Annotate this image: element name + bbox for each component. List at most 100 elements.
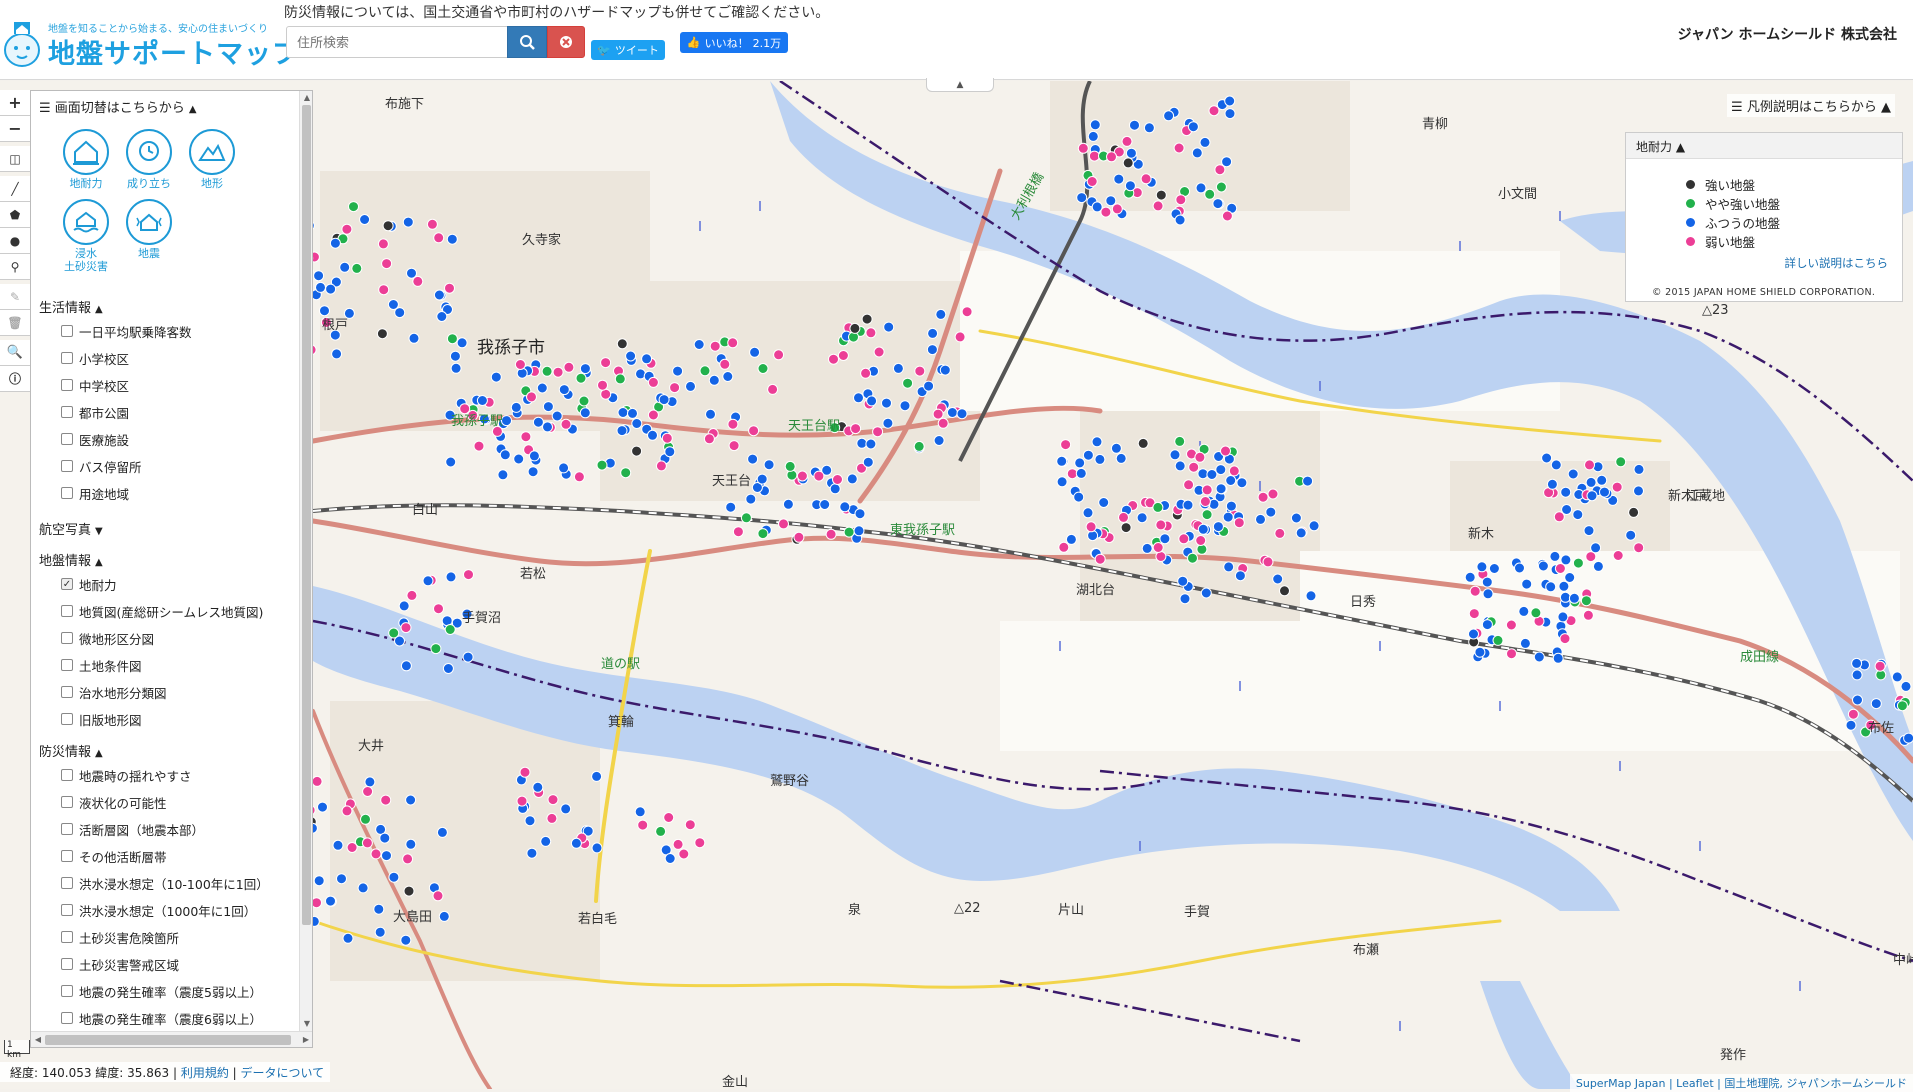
layer-checkbox-row[interactable]: ✓ 地耐力 xyxy=(61,574,117,594)
ground-marker[interactable] xyxy=(1088,150,1100,162)
ground-marker[interactable] xyxy=(546,812,558,824)
ground-marker[interactable] xyxy=(446,233,458,245)
ground-marker[interactable] xyxy=(1174,214,1186,226)
map-search-button[interactable]: 🔍 xyxy=(0,340,30,366)
ground-marker[interactable] xyxy=(1155,189,1167,201)
scroll-up-icon[interactable]: ▲ xyxy=(300,91,312,105)
ground-marker[interactable] xyxy=(865,438,877,450)
checkbox[interactable] xyxy=(61,460,73,472)
ground-marker[interactable] xyxy=(865,327,877,339)
ground-marker[interactable] xyxy=(927,327,939,339)
layer-checkbox-row[interactable]: 地質図(産総研シームレス地質図) xyxy=(61,601,263,621)
checkbox[interactable] xyxy=(61,686,73,698)
ground-marker[interactable] xyxy=(1586,490,1598,502)
layer-checkbox-row[interactable]: 都市公園 xyxy=(61,402,129,422)
checkbox[interactable] xyxy=(61,433,73,445)
ground-marker[interactable] xyxy=(374,926,386,938)
ground-marker[interactable] xyxy=(1481,619,1493,631)
draw-circle-button[interactable]: ● xyxy=(0,228,30,254)
ground-marker[interactable] xyxy=(685,380,696,392)
ground-marker[interactable] xyxy=(377,238,389,250)
ground-marker[interactable] xyxy=(625,350,637,362)
layer-checkbox-row[interactable]: 地震時の揺れやすさ xyxy=(61,765,192,785)
layer-bearing-capacity[interactable]: 地耐力 xyxy=(59,129,113,190)
layer-checkbox-row[interactable]: 旧版地形図 xyxy=(61,709,142,729)
ground-marker[interactable] xyxy=(684,819,696,831)
ground-marker[interactable] xyxy=(902,377,914,389)
ground-marker[interactable] xyxy=(315,281,326,293)
ground-marker[interactable] xyxy=(1468,608,1480,620)
ground-marker[interactable] xyxy=(1222,511,1234,523)
ground-marker[interactable] xyxy=(1559,633,1571,645)
delete-button[interactable]: 🗑 xyxy=(0,310,30,336)
ground-marker[interactable] xyxy=(1583,525,1595,537)
ground-marker[interactable] xyxy=(381,850,392,862)
ground-marker[interactable] xyxy=(672,365,684,377)
ground-marker[interactable] xyxy=(1098,497,1110,508)
ground-marker[interactable] xyxy=(433,603,444,615)
layer-checkbox-row[interactable]: 小学校区 xyxy=(61,348,129,368)
ground-marker[interactable] xyxy=(1464,571,1476,583)
ground-marker[interactable] xyxy=(520,431,532,443)
ground-marker[interactable] xyxy=(1224,95,1236,107)
ground-marker[interactable] xyxy=(373,903,385,915)
ground-marker[interactable] xyxy=(432,890,444,902)
ground-marker[interactable] xyxy=(616,425,628,437)
ground-marker[interactable] xyxy=(1174,435,1186,447)
ground-marker[interactable] xyxy=(664,853,676,864)
ground-marker[interactable] xyxy=(839,501,851,513)
ground-marker[interactable] xyxy=(524,815,536,827)
ground-marker[interactable] xyxy=(647,376,659,388)
checkbox[interactable] xyxy=(61,713,73,725)
ground-marker[interactable] xyxy=(725,501,737,513)
edit-button[interactable]: ✎ xyxy=(0,284,30,310)
ground-marker[interactable] xyxy=(1546,478,1558,490)
ground-marker[interactable] xyxy=(1874,660,1886,672)
ground-marker[interactable] xyxy=(379,832,391,844)
ground-marker[interactable] xyxy=(1549,550,1561,562)
ground-marker[interactable] xyxy=(1075,467,1087,479)
ground-marker[interactable] xyxy=(398,600,410,612)
ground-marker[interactable] xyxy=(1155,519,1167,531)
life-info-header[interactable]: 生活情報 ▲ xyxy=(39,297,103,316)
ground-marker[interactable] xyxy=(1553,511,1565,523)
ground-marker[interactable] xyxy=(1163,110,1175,122)
ground-marker[interactable] xyxy=(1567,468,1579,480)
ground-marker[interactable] xyxy=(727,418,739,430)
ground-marker[interactable] xyxy=(747,453,759,465)
ground-marker[interactable] xyxy=(699,365,711,377)
ground-marker[interactable] xyxy=(1060,439,1072,451)
ground-marker[interactable] xyxy=(370,848,382,860)
scroll-thumb[interactable] xyxy=(302,105,311,925)
ground-marker[interactable] xyxy=(445,456,457,468)
ground-marker[interactable] xyxy=(351,262,363,274)
layer-checkbox-row[interactable]: 洪水浸水想定（1000年に1回） xyxy=(61,900,256,920)
layer-origin[interactable]: 成り立ち xyxy=(122,129,176,190)
ground-marker[interactable] xyxy=(862,456,874,468)
ground-marker[interactable] xyxy=(637,819,649,831)
ground-marker[interactable] xyxy=(1262,556,1274,568)
ground-marker[interactable] xyxy=(1221,210,1233,222)
ground-marker[interactable] xyxy=(813,470,825,482)
ground-marker[interactable] xyxy=(563,361,575,373)
ground-marker[interactable] xyxy=(1074,457,1086,469)
ground-marker[interactable] xyxy=(1115,452,1127,464)
ground-marker[interactable] xyxy=(1568,592,1580,604)
ground-marker[interactable] xyxy=(1178,533,1190,545)
ground-marker[interactable] xyxy=(325,895,336,907)
ground-marker[interactable] xyxy=(1194,451,1206,463)
layer-terrain[interactable]: 地形 xyxy=(185,129,239,190)
ground-marker[interactable] xyxy=(956,408,968,420)
ground-marker[interactable] xyxy=(341,223,353,235)
ground-marker[interactable] xyxy=(719,358,731,370)
ground-marker[interactable] xyxy=(694,837,706,849)
ground-marker[interactable] xyxy=(1188,461,1200,473)
ground-marker[interactable] xyxy=(560,418,572,430)
legend-toggle[interactable]: ☰ 凡例説明はこちらから ▲ xyxy=(1727,94,1895,117)
ground-marker[interactable] xyxy=(819,499,831,510)
ground-marker[interactable] xyxy=(935,308,947,320)
layer-checkbox-row[interactable]: 医療施設 xyxy=(61,429,129,449)
ground-marker[interactable] xyxy=(430,643,442,655)
ground-marker[interactable] xyxy=(1221,156,1233,168)
ground-marker[interactable] xyxy=(1267,488,1279,500)
